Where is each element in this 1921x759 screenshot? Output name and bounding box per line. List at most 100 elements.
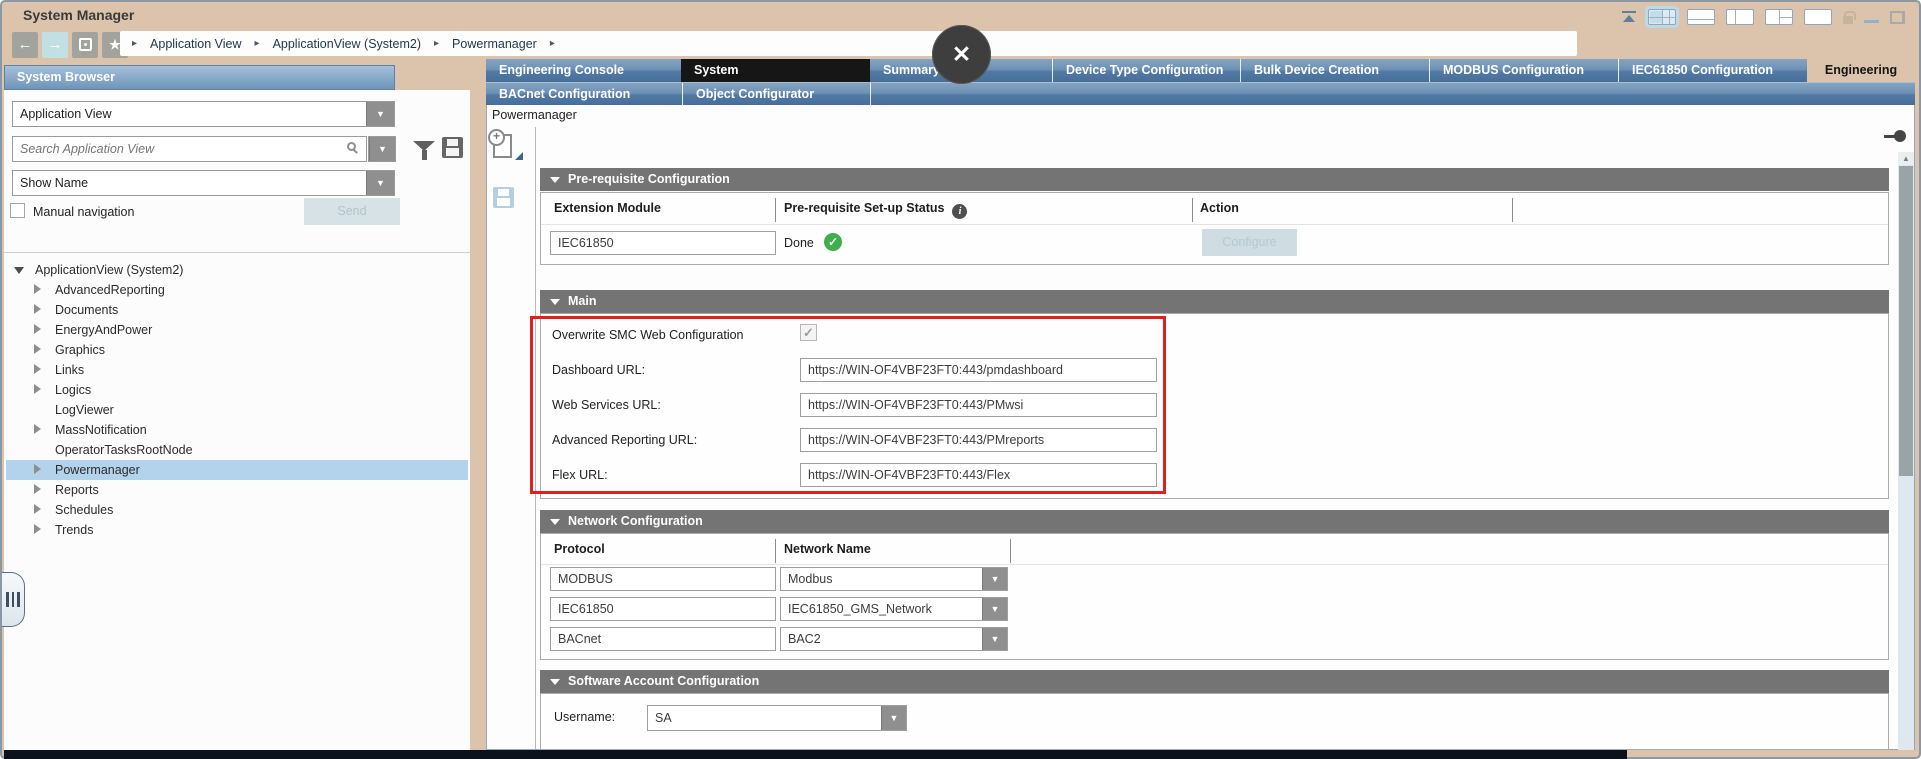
tree-item-powermanager[interactable]: Powermanager [6, 460, 468, 480]
collapsed-triangle-icon[interactable] [34, 503, 50, 517]
layout-left-icon[interactable] [1726, 9, 1754, 25]
tab-engineering-mode[interactable]: Engineering [1807, 59, 1915, 82]
collapsed-triangle-icon[interactable] [34, 463, 50, 477]
network-name-dropdown-iec61850[interactable]: IEC61850_GMS_Network▼ [780, 597, 1008, 621]
breadcrumb-chevron-icon: ▸ [550, 38, 555, 49]
save-icon[interactable] [493, 187, 514, 208]
window-title: System Manager [23, 7, 134, 23]
collapsed-triangle-icon[interactable] [34, 383, 50, 397]
extension-module-input[interactable] [550, 231, 776, 255]
collapsed-triangle-icon[interactable] [34, 323, 50, 337]
tree-item-links[interactable]: Links [6, 360, 468, 380]
manual-navigation-checkbox[interactable] [10, 203, 25, 218]
tab-iec61850-configuration[interactable]: IEC61850 Configuration [1618, 59, 1807, 82]
section-header-software-account[interactable]: Software Account Configuration [540, 670, 1889, 693]
collapsed-triangle-icon[interactable] [34, 363, 50, 377]
tree-item-schedules[interactable]: Schedules [6, 500, 468, 520]
tree-item-trends[interactable]: Trends [6, 520, 468, 540]
save-search-icon[interactable] [442, 137, 463, 158]
filter-icon[interactable] [413, 141, 435, 151]
tab-device-type-configuration[interactable]: Device Type Configuration [1052, 59, 1240, 82]
column-header-network-name: Network Name [784, 542, 871, 556]
tree-item-applicationview-system2[interactable]: ApplicationView (System2) [6, 260, 468, 280]
collapsed-triangle-icon[interactable] [34, 423, 50, 437]
back-arrow-icon: ← [18, 36, 33, 53]
search-icon [347, 142, 356, 151]
search-input[interactable] [20, 137, 320, 161]
protocol-input-modbus[interactable] [550, 567, 776, 591]
forward-button[interactable]: → [42, 32, 68, 58]
page-title: Powermanager [492, 108, 577, 122]
new-object-icon[interactable] [493, 134, 512, 158]
system-browser-tree: ApplicationView (System2) AdvancedReport… [6, 260, 468, 540]
tab-bulk-device-creation[interactable]: Bulk Device Creation [1240, 59, 1429, 82]
collapse-top-icon[interactable] [1621, 10, 1637, 24]
section-header-prerequisite[interactable]: Pre-requisite Configuration [540, 168, 1889, 191]
display-mode-dropdown[interactable]: Show Name ▼ [12, 170, 395, 196]
window-controls [1621, 8, 1905, 26]
scrollbar-thumb[interactable] [1899, 166, 1913, 476]
tab-bacnet-configuration[interactable]: BACnet Configuration [486, 83, 682, 106]
collapsed-triangle-icon[interactable] [34, 343, 50, 357]
search-options-dropdown[interactable]: ▼ [368, 136, 396, 162]
new-object-dropdown-icon[interactable] [515, 152, 523, 160]
history-icon [79, 38, 92, 51]
chevron-down-icon[interactable]: ▼ [982, 568, 1007, 590]
tree-item-logics[interactable]: Logics [6, 380, 468, 400]
breadcrumb-item-application-view[interactable]: Application View [150, 37, 242, 51]
collapsed-triangle-icon[interactable] [34, 303, 50, 317]
layout-quad-icon[interactable] [1648, 9, 1676, 25]
collapsed-triangle-icon[interactable] [34, 483, 50, 497]
layout-split-icon[interactable] [1765, 9, 1793, 25]
send-button[interactable]: Send [304, 198, 400, 225]
tree-item-operatortasksrootnode[interactable]: OperatorTasksRootNode [6, 440, 468, 460]
layout-bottom-icon[interactable] [1687, 9, 1715, 25]
close-button[interactable]: ✕ [932, 25, 991, 84]
chevron-down-icon[interactable]: ▼ [982, 628, 1007, 650]
tab-system[interactable]: System [681, 59, 870, 82]
chevron-down-icon[interactable]: ▼ [982, 598, 1007, 620]
configure-button[interactable]: Configure [1202, 229, 1297, 256]
tree-item-documents[interactable]: Documents [6, 300, 468, 320]
collapsed-triangle-icon[interactable] [34, 523, 50, 537]
protocol-input-bacnet[interactable] [550, 627, 776, 651]
column-header-action: Action [1200, 201, 1239, 215]
tree-item-logviewer[interactable]: LogViewer [6, 400, 468, 420]
section-header-network[interactable]: Network Configuration [540, 510, 1889, 533]
breadcrumb-item-powermanager[interactable]: Powermanager [452, 37, 537, 51]
lock-icon[interactable] [1843, 11, 1853, 24]
section-header-main[interactable]: Main [540, 290, 1889, 313]
tab-modbus-configuration[interactable]: MODBUS Configuration [1429, 59, 1618, 82]
chevron-down-icon[interactable]: ▼ [366, 171, 394, 195]
collapsed-triangle-icon[interactable] [34, 283, 50, 297]
minimize-icon[interactable] [1864, 20, 1879, 23]
panel-collapse-handle[interactable] [2, 572, 25, 627]
tab-engineering-console[interactable]: Engineering Console [486, 59, 681, 82]
breadcrumb-item-applicationview-system2[interactable]: ApplicationView (System2) [273, 37, 421, 51]
tab-object-configurator[interactable]: Object Configurator [682, 83, 870, 106]
search-box[interactable] [12, 136, 367, 162]
info-icon[interactable]: i [952, 204, 967, 219]
tree-item-graphics[interactable]: Graphics [6, 340, 468, 360]
expanded-triangle-icon[interactable] [14, 263, 30, 277]
network-name-dropdown-bacnet[interactable]: BAC2▼ [780, 627, 1008, 651]
pin-icon[interactable] [1884, 130, 1906, 142]
chevron-down-icon[interactable]: ▼ [366, 102, 394, 126]
back-button[interactable]: ← [12, 32, 38, 58]
tree-item-massnotification[interactable]: MassNotification [6, 420, 468, 440]
chevron-down-icon[interactable]: ▼ [881, 706, 906, 730]
tree-item-energyandpower[interactable]: EnergyAndPower [6, 320, 468, 340]
username-dropdown[interactable]: SA▼ [647, 705, 907, 731]
tree-item-advancedreporting[interactable]: AdvancedReporting [6, 280, 468, 300]
tab-row-secondary: BACnet Configuration Object Configurator [486, 82, 1915, 105]
layout-single-icon[interactable] [1804, 9, 1832, 25]
sidebar-divider [4, 252, 470, 253]
network-name-dropdown-modbus[interactable]: Modbus▼ [780, 567, 1008, 591]
column-header-extension-module: Extension Module [554, 201, 661, 215]
scrollbar-up-icon[interactable]: ▲ [1898, 152, 1914, 165]
history-button[interactable] [72, 32, 98, 58]
protocol-input-iec61850[interactable] [550, 597, 776, 621]
view-selector-dropdown[interactable]: Application View ▼ [12, 101, 395, 127]
restore-icon[interactable] [1890, 11, 1905, 24]
tree-item-reports[interactable]: Reports [6, 480, 468, 500]
